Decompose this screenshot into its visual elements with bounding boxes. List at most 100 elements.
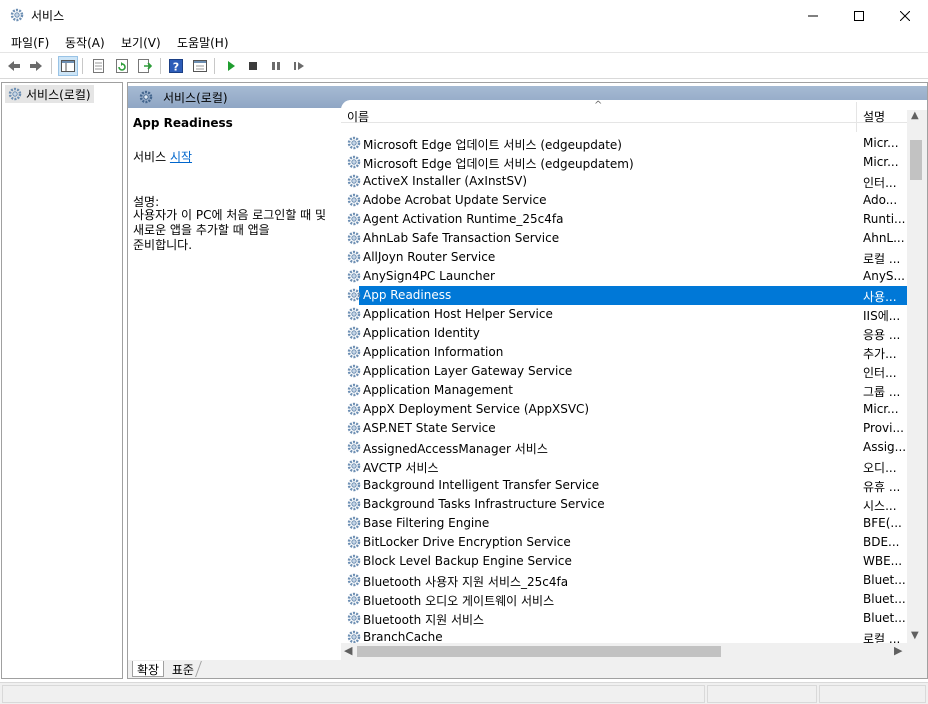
menu-view[interactable]: 보기(V) — [121, 34, 161, 51]
service-gear-icon — [346, 363, 362, 382]
export-list-icon[interactable] — [135, 56, 155, 76]
service-description: Micr... — [863, 402, 899, 416]
service-description: 그룹 ... — [863, 385, 901, 399]
service-name: App Readiness — [363, 288, 452, 302]
service-row[interactable]: Application Information 추가... — [341, 343, 907, 362]
service-row[interactable]: Base Filtering Engine BFE(... — [341, 514, 907, 533]
service-description: Provi... — [863, 421, 904, 435]
service-row[interactable]: Microsoft Edge 업데이트 서비스 (edgeupdate) Micr… — [341, 134, 907, 153]
scroll-up-icon[interactable]: ▲ — [911, 110, 919, 121]
view-tabs: 확장 표준 — [128, 660, 927, 678]
play-icon[interactable] — [221, 56, 241, 76]
tab-extended[interactable]: 확장 — [132, 661, 165, 677]
service-row[interactable]: Microsoft Edge 업데이트 서비스 (edgeupdatem) Mic… — [341, 153, 907, 172]
service-gear-icon — [346, 173, 362, 192]
service-row[interactable]: AVCTP 서비스 오디... — [341, 457, 907, 476]
service-gear-icon — [346, 268, 362, 287]
service-gear-icon — [346, 287, 362, 306]
service-row[interactable]: AllJoyn Router Service 로컬 ... — [341, 248, 907, 267]
selected-service-name: App Readiness — [133, 116, 233, 130]
start-service-link[interactable]: 시작 — [170, 150, 192, 164]
view-icon[interactable] — [190, 56, 210, 76]
service-description: 응용 ... — [863, 328, 901, 342]
svg-text:?: ? — [173, 61, 179, 74]
service-row[interactable]: Bluetooth 사용자 지원 서비스_25c4fa Bluet... — [341, 571, 907, 590]
service-gear-icon — [346, 249, 362, 268]
pause-icon[interactable] — [266, 56, 286, 76]
service-gear-icon — [346, 610, 362, 629]
service-description: WBE... — [863, 554, 903, 568]
service-name: Bluetooth 오디오 게이트웨이 서비스 — [363, 594, 555, 608]
service-gear-icon — [346, 439, 362, 458]
service-name: Application Management — [363, 383, 513, 397]
service-description: Bluet... — [863, 592, 906, 606]
service-row[interactable]: Application Host Helper Service IIS에... — [341, 305, 907, 324]
service-description: 로컬 ... — [863, 252, 901, 266]
forward-arrow-icon[interactable] — [26, 56, 46, 76]
service-row[interactable]: Bluetooth 지원 서비스 Bluet... — [341, 609, 907, 628]
service-row[interactable]: Agent Activation Runtime_25c4fa Runti... — [341, 210, 907, 229]
maximize-button[interactable] — [836, 0, 882, 31]
service-row[interactable]: Background Tasks Infrastructure Service 시… — [341, 495, 907, 514]
column-header-name[interactable]: 이름 — [347, 108, 369, 125]
description-text: 사용자가 이 PC에 처음 로그인할 때 및 새로운 앱을 추가할 때 앱을 준… — [133, 208, 327, 252]
column-header-description[interactable]: 설명 — [863, 108, 885, 125]
service-gear-icon — [346, 572, 362, 591]
service-description: AhnL... — [863, 231, 905, 245]
close-button[interactable] — [882, 0, 928, 31]
resume-icon[interactable] — [289, 56, 309, 76]
service-gear-icon — [346, 382, 362, 401]
scroll-down-icon[interactable]: ▼ — [911, 630, 919, 641]
service-row[interactable]: ASP.NET State Service Provi... — [341, 419, 907, 438]
vertical-scroll-thumb[interactable] — [910, 140, 922, 180]
services-gear-icon — [9, 7, 25, 23]
service-row[interactable]: Application Management 그룹 ... — [341, 381, 907, 400]
help-icon[interactable]: ? — [166, 56, 186, 76]
console-tree-icon[interactable] — [58, 56, 78, 76]
back-arrow-icon[interactable] — [4, 56, 24, 76]
service-gear-icon — [346, 211, 362, 230]
service-row[interactable]: Block Level Backup Engine Service WBE... — [341, 552, 907, 571]
service-rows: Microsoft Edge 업데이트 서비스 (edgeupdate) Micr… — [341, 134, 907, 647]
service-name: AssignedAccessManager 서비스 — [363, 442, 548, 456]
vertical-scrollbar[interactable]: ▲ ▼ — [907, 110, 927, 643]
service-row[interactable]: Application Identity 응용 ... — [341, 324, 907, 343]
service-name: Application Host Helper Service — [363, 307, 553, 321]
service-description: IIS에... — [863, 309, 901, 323]
refresh-icon[interactable] — [112, 56, 132, 76]
service-gear-icon — [346, 344, 362, 363]
properties-icon[interactable] — [88, 56, 108, 76]
scroll-right-icon[interactable]: ▶ — [894, 644, 902, 657]
horizontal-scrollbar[interactable]: ◀ ▶ — [341, 643, 907, 660]
service-description: 사용... — [863, 290, 897, 304]
scroll-left-icon[interactable]: ◀ — [344, 644, 352, 657]
service-row[interactable]: Adobe Acrobat Update Service Ado... — [341, 191, 907, 210]
service-description: 유휴 ... — [863, 480, 901, 494]
service-row[interactable]: BitLocker Drive Encryption Service BDE... — [341, 533, 907, 552]
status-bar — [0, 682, 928, 704]
service-row[interactable]: AssignedAccessManager 서비스 Assig... — [341, 438, 907, 457]
tree-item-services-local[interactable]: 서비스(로컬) — [5, 85, 94, 103]
service-gear-icon — [346, 192, 362, 211]
service-row[interactable]: AnySign4PC Launcher AnyS... — [341, 267, 907, 286]
service-row[interactable]: AppX Deployment Service (AppXSVC) Micr... — [341, 400, 907, 419]
service-row[interactable]: Application Layer Gateway Service 인터... — [341, 362, 907, 381]
toolbar: ? — [0, 53, 928, 79]
service-row[interactable]: Bluetooth 오디오 게이트웨이 서비스 Bluet... — [341, 590, 907, 609]
service-description: AnyS... — [863, 269, 905, 283]
horizontal-scroll-thumb[interactable] — [357, 646, 721, 657]
service-row[interactable]: AhnLab Safe Transaction Service AhnL... — [341, 229, 907, 248]
service-name: Adobe Acrobat Update Service — [363, 193, 547, 207]
menu-action[interactable]: 동작(A) — [65, 34, 105, 51]
tab-standard[interactable]: 표준 — [165, 661, 203, 677]
menu-file[interactable]: 파일(F) — [11, 34, 49, 51]
menu-help[interactable]: 도움말(H) — [177, 34, 229, 51]
minimize-button[interactable] — [790, 0, 836, 31]
service-row[interactable]: ActiveX Installer (AxInstSV) 인터... — [341, 172, 907, 191]
service-gear-icon — [346, 325, 362, 344]
service-row[interactable]: App Readiness 사용... — [341, 286, 907, 305]
console-tree: 서비스(로컬) — [1, 82, 123, 679]
service-row[interactable]: Background Intelligent Transfer Service 유… — [341, 476, 907, 495]
stop-icon[interactable] — [243, 56, 263, 76]
service-name: AnySign4PC Launcher — [363, 269, 495, 283]
